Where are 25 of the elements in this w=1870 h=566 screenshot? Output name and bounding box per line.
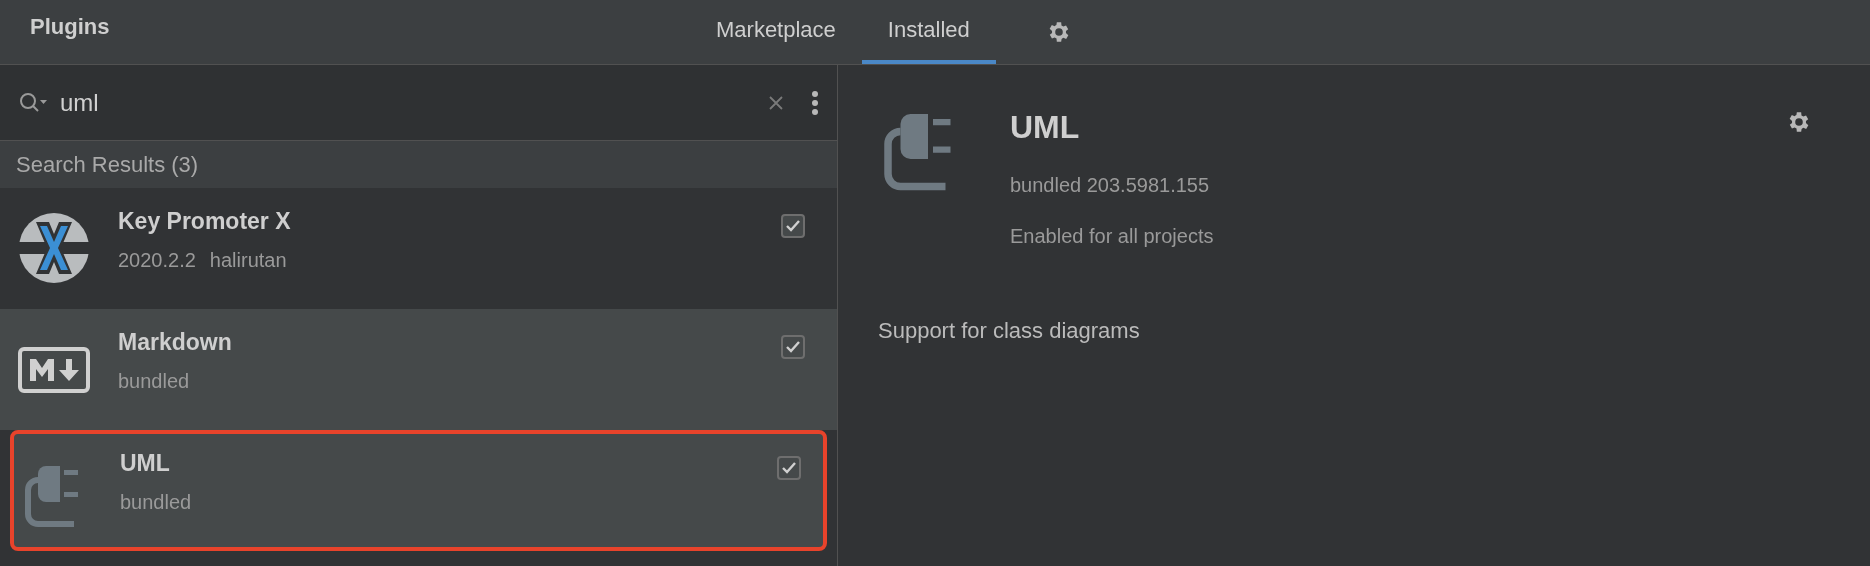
checkbox[interactable]	[781, 335, 805, 359]
plugin-status: Enabled for all projects	[1010, 225, 1214, 248]
window-title: Plugins	[29, 13, 111, 41]
plugin-row[interactable]: UML bundled	[10, 430, 827, 551]
key-promoter-icon	[18, 212, 90, 284]
results-header: Search Results (3)	[16, 151, 199, 178]
tab[interactable]: Marketplace	[690, 0, 862, 64]
search-field[interactable]: uml	[58, 88, 757, 117]
checkbox[interactable]	[781, 214, 805, 238]
plugin-vendor: halirutan	[209, 249, 287, 272]
plugin-title: UML	[1010, 109, 1081, 146]
plugin-row[interactable]: Key Promoter X 2020.2.2 halirutan	[0, 188, 837, 309]
plugin-version: bundled	[118, 370, 190, 393]
plugin-version: 2020.2.2	[118, 249, 196, 272]
plugin-name: Markdown	[118, 329, 233, 356]
plugin-description: Support for class diagrams	[878, 318, 1141, 344]
plugin-name: UML	[120, 450, 171, 477]
clear-icon[interactable]	[767, 93, 785, 112]
plugin-version: bundled	[120, 491, 192, 514]
plugin-version: bundled 203.5981.155	[1010, 174, 1211, 197]
tab[interactable]: Installed	[861, 0, 996, 64]
more-icon[interactable]	[811, 89, 819, 116]
checkbox[interactable]	[777, 456, 801, 480]
plugin-name: Key Promoter X	[118, 208, 292, 235]
plugin-row[interactable]: Markdown bundled	[0, 309, 837, 430]
